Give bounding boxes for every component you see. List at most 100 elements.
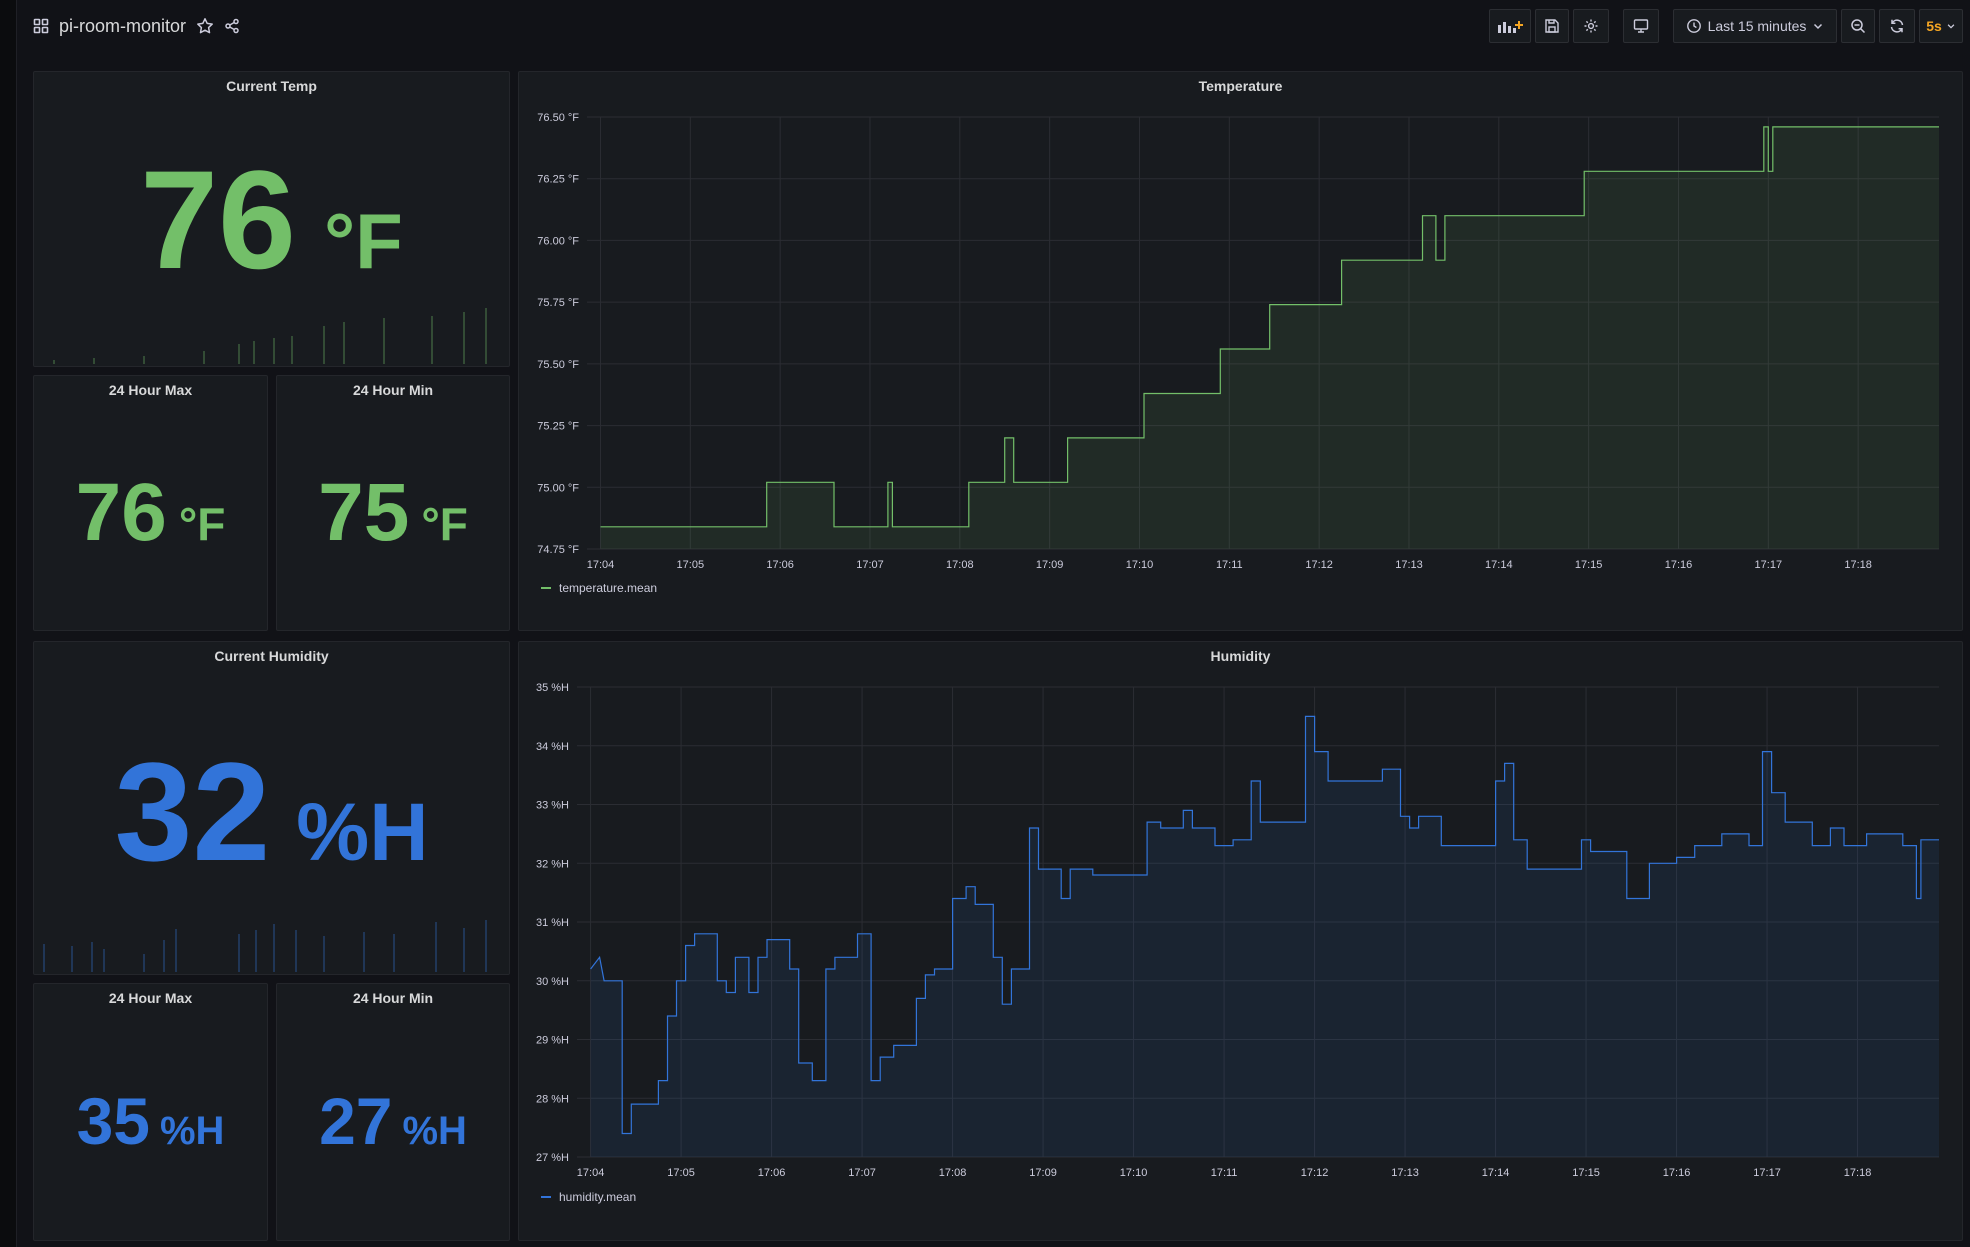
add-panel-button[interactable] — [1489, 9, 1531, 43]
share-icon[interactable] — [224, 18, 240, 34]
refresh-icon — [1889, 18, 1905, 34]
stat-value: 32 — [114, 733, 271, 890]
humidity-max-stat: 35 %H — [34, 1088, 267, 1154]
panel-title: Current Temp — [226, 78, 317, 94]
x-tick-label: 17:08 — [946, 559, 974, 571]
y-tick-label: 75.25 °F — [537, 421, 579, 433]
x-tick-label: 17:16 — [1663, 1167, 1691, 1179]
zoom-out-button[interactable] — [1841, 9, 1875, 43]
x-tick-label: 17:12 — [1301, 1167, 1329, 1179]
save-dashboard-button[interactable] — [1535, 9, 1569, 43]
temp-min-stat: 75 °F — [277, 472, 509, 554]
humidity-24h-min-panel[interactable]: 24 Hour Min 27 %H — [276, 983, 510, 1241]
current-temp-stat: 76 °F — [34, 150, 509, 290]
stat-value: 76 — [140, 141, 296, 298]
dashboard-title-group: pi-room-monitor — [33, 13, 240, 39]
series-area — [590, 716, 1939, 1157]
panel-title: 24 Hour Max — [108, 990, 193, 1006]
stat-unit: °F — [421, 498, 468, 550]
y-tick-label: 75.00 °F — [537, 482, 579, 494]
panel-title: 24 Hour Min — [352, 990, 434, 1006]
y-tick-label: 76.00 °F — [537, 235, 579, 247]
x-tick-label: 17:11 — [1216, 559, 1243, 571]
x-tick-label: 17:10 — [1120, 1167, 1148, 1179]
stat-unit: %H — [296, 787, 429, 878]
dashboard-settings-button[interactable] — [1573, 9, 1609, 43]
settings-icon — [1583, 18, 1599, 34]
temp-max-stat: 76 °F — [34, 472, 267, 554]
time-range-picker[interactable]: Last 15 minutes — [1673, 9, 1837, 43]
x-tick-label: 17:15 — [1575, 559, 1603, 571]
humidity-24h-max-panel[interactable]: 24 Hour Max 35 %H — [33, 983, 268, 1241]
y-tick-label: 34 %H — [536, 741, 569, 753]
x-tick-label: 17:18 — [1844, 1167, 1872, 1179]
x-tick-label: 17:11 — [1211, 1167, 1238, 1179]
star-icon[interactable] — [196, 17, 214, 35]
panel-title: 24 Hour Max — [108, 382, 193, 398]
y-tick-label: 76.50 °F — [537, 112, 579, 124]
y-tick-label: 32 %H — [536, 858, 569, 870]
add-panel-icon — [1497, 18, 1523, 34]
x-tick-label: 17:18 — [1844, 559, 1872, 571]
apps-icon[interactable] — [33, 18, 49, 34]
y-tick-label: 31 %H — [536, 917, 569, 929]
temp-sparkline — [53, 308, 487, 364]
y-tick-label: 75.50 °F — [537, 359, 579, 371]
x-tick-label: 17:12 — [1305, 559, 1333, 571]
x-tick-label: 17:16 — [1665, 559, 1693, 571]
x-tick-label: 17:06 — [758, 1167, 786, 1179]
refresh-button[interactable] — [1879, 9, 1915, 43]
temperature-graph-panel[interactable]: Temperature 74.75 °F 75.00 °F 75.25 °F 75.5… — [518, 71, 1963, 631]
dashboard-title[interactable]: pi-room-monitor — [59, 16, 186, 37]
y-tick-label: 75.75 °F — [537, 297, 579, 309]
refresh-interval-picker[interactable]: 5s — [1919, 9, 1963, 43]
temp-24h-min-panel[interactable]: 24 Hour Min 75 °F — [276, 375, 510, 631]
humidity-sparkline — [43, 920, 487, 972]
tv-mode-button[interactable] — [1623, 9, 1659, 43]
x-tick-label: 17:14 — [1482, 1167, 1510, 1179]
x-tick-label: 17:17 — [1753, 1167, 1781, 1179]
side-nav — [0, 0, 17, 1247]
time-range-label: Last 15 minutes — [1707, 18, 1807, 34]
y-tick-label: 30 %H — [536, 976, 569, 988]
temperature-legend[interactable]: temperature.mean — [541, 581, 657, 595]
y-tick-label: 28 %H — [536, 1093, 569, 1105]
legend-label: humidity.mean — [559, 1190, 637, 1204]
y-tick-label: 33 %H — [536, 800, 569, 812]
stat-unit: °F — [178, 498, 226, 550]
current-humidity-panel[interactable]: Current Humidity 32 %H — [33, 641, 510, 975]
current-temp-panel[interactable]: Current Temp 76 °F — [33, 71, 510, 367]
save-icon — [1544, 18, 1560, 34]
temp-24h-max-panel[interactable]: 24 Hour Max 76 °F — [33, 375, 268, 631]
y-tick-label: 29 %H — [536, 1035, 569, 1047]
x-tick-label: 17:09 — [1036, 559, 1064, 571]
x-tick-label: 17:14 — [1485, 559, 1513, 571]
stat-unit: %H — [402, 1109, 467, 1153]
panel-title: 24 Hour Min — [352, 382, 434, 398]
x-tick-label: 17:08 — [939, 1167, 967, 1179]
dashboard-header: pi-room-monitor Last 15 minutes 5s — [17, 0, 1970, 56]
y-tick-label: 35 %H — [536, 682, 569, 694]
humidity-min-stat: 27 %H — [277, 1088, 509, 1154]
stat-value: 76 — [75, 467, 167, 558]
current-humidity-stat: 32 %H — [34, 742, 509, 882]
clock-icon — [1686, 18, 1702, 34]
x-tick-label: 17:07 — [856, 559, 884, 571]
legend-swatch — [541, 1196, 551, 1198]
x-tick-label: 17:07 — [848, 1167, 876, 1179]
stat-unit: %H — [159, 1109, 225, 1153]
stat-value: 35 — [76, 1084, 150, 1158]
humidity-chart: 27 %H 28 %H 29 %H 30 %H 31 %H 32 %H 33 %H 34 %H… — [536, 682, 1939, 1179]
legend-label: temperature.mean — [559, 581, 658, 595]
humidity-graph-panel[interactable]: Humidity 27 %H 28 %H 29 %H 30 %H 31 %H 32 %H 3… — [518, 641, 1963, 1241]
x-tick-label: 17:09 — [1029, 1167, 1057, 1179]
x-tick-label: 17:13 — [1395, 559, 1423, 571]
x-tick-label: 17:05 — [677, 559, 705, 571]
stat-value: 27 — [319, 1084, 393, 1158]
humidity-legend[interactable]: humidity.mean — [541, 1190, 636, 1204]
chevron-down-icon — [1812, 20, 1824, 32]
x-tick-label: 17:05 — [667, 1167, 695, 1179]
x-tick-label: 17:13 — [1391, 1167, 1419, 1179]
x-tick-label: 17:10 — [1126, 559, 1154, 571]
stat-unit: °F — [323, 197, 403, 285]
